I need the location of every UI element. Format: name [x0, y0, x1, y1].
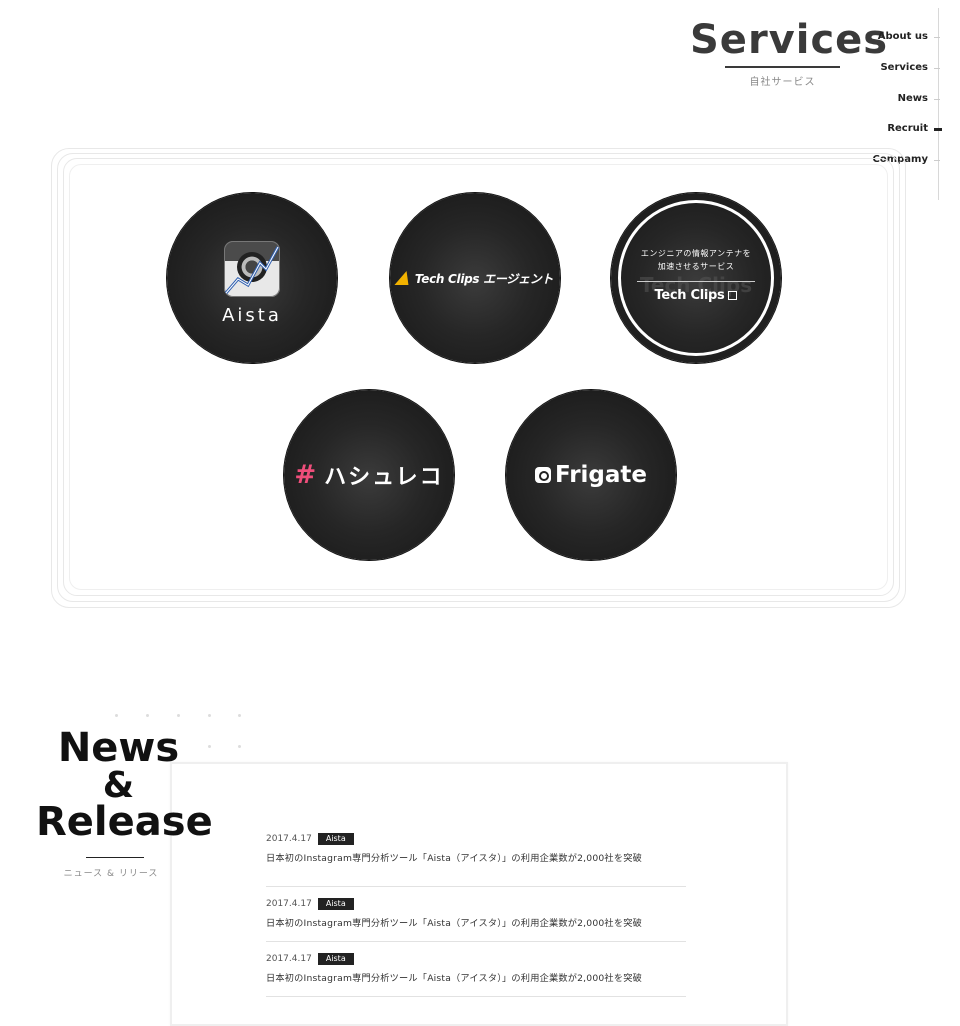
news-item[interactable]: 2017.4.17 Aista 日本初のInstagram専門分析ツール「Ais…: [266, 832, 686, 887]
techclips-logo-text: Tech Clips: [654, 288, 725, 303]
hashtag-icon: #: [294, 460, 319, 490]
news-date: 2017.4.17: [266, 899, 312, 909]
news-title-rule: [86, 857, 144, 858]
hashreco-logo-text: ハシュレコ: [324, 465, 444, 490]
clip-icon: [728, 291, 738, 300]
news-text: 日本初のInstagram専門分析ツール「Aista（アイスタ）」の利用企業数が…: [266, 853, 642, 864]
techclips-divider: [637, 281, 755, 282]
frigate-logo-text: Frigate: [554, 462, 648, 488]
news-text: 日本初のInstagram専門分析ツール「Aista（アイスタ）」の利用企業数が…: [266, 973, 642, 984]
news-tag: Aista: [317, 898, 354, 910]
service-aista-button[interactable]: Aista: [167, 193, 337, 363]
services-title-rule: [725, 66, 840, 68]
news-tag: Aista: [317, 833, 354, 845]
services-subtitle: 自社サービス: [749, 77, 816, 88]
news-text: 日本初のInstagram専門分析ツール「Aista（アイスタ）」の利用企業数が…: [266, 918, 642, 929]
camera-icon: [534, 467, 551, 483]
news-date: 2017.4.17: [266, 954, 312, 964]
triangle-icon: [394, 271, 414, 285]
nav-item-recruit[interactable]: Recruit: [887, 123, 942, 134]
news-section-title: News & Release: [36, 725, 213, 845]
services-header: Services 自社サービス: [690, 14, 889, 88]
news-date: 2017.4.17: [266, 834, 312, 844]
news-tag: Aista: [317, 953, 354, 965]
services-title: Services: [690, 17, 889, 63]
news-item[interactable]: 2017.4.17 Aista 日本初のInstagram専門分析ツール「Ais…: [266, 887, 686, 942]
hashreco-logo: # ハシュレコ: [294, 459, 443, 491]
service-frigate-button[interactable]: Frigate: [506, 390, 676, 560]
service-hashreco-button[interactable]: # ハシュレコ: [284, 390, 454, 560]
aista-logo-text: Aista: [222, 304, 282, 326]
techclips-agent-name: Tech Clips エージェント: [414, 271, 554, 286]
nav-item-services[interactable]: Services: [880, 62, 940, 73]
nav-item-about-us[interactable]: About us: [878, 31, 941, 42]
aista-app-icon: [224, 240, 280, 297]
news-title-line1: News: [57, 725, 180, 771]
nav-item-news[interactable]: News: [898, 93, 941, 104]
news-list: 2017.4.17 Aista 日本初のInstagram専門分析ツール「Ais…: [266, 832, 686, 997]
service-techclips-agent-button[interactable]: Tech Clips エージェント: [390, 193, 560, 363]
news-title-line2: Release: [36, 799, 213, 845]
service-techclips-button[interactable]: Tech Clips エンジニアの情報アンテナを 加速させるサービス Tech …: [611, 193, 781, 363]
news-item[interactable]: 2017.4.17 Aista 日本初のInstagram専門分析ツール「Ais…: [266, 942, 686, 997]
techclips-agent-logo: Tech Clips エージェント: [394, 270, 554, 287]
techclips-logo: Tech Clips: [655, 288, 738, 303]
news-subtitle: ニュース & リリース: [63, 869, 159, 879]
frigate-logo: Frigate: [534, 462, 648, 488]
